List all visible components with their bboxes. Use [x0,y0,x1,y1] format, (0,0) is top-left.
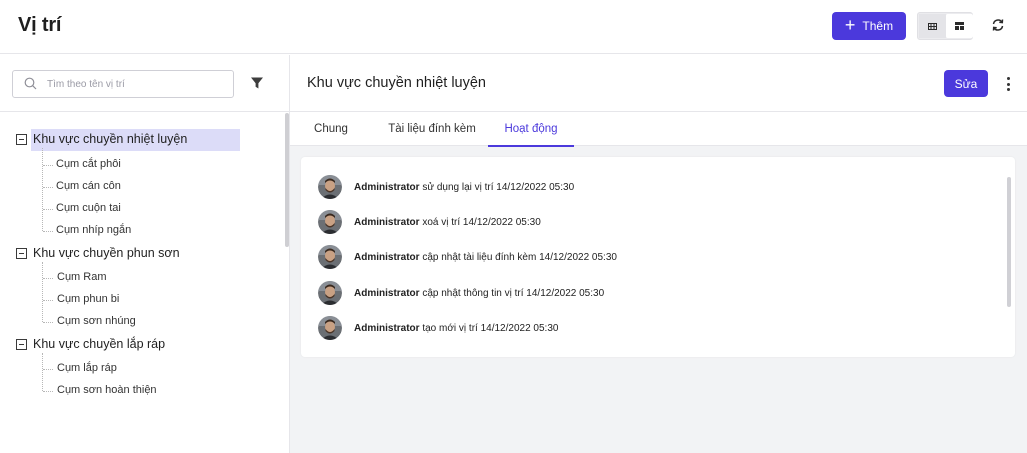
tree-node-child[interactable]: Cụm phun bi [57,293,119,305]
search-box [12,70,234,98]
activity-text: Administrator sử dụng lại vị trí 14/12/2… [354,182,574,193]
add-button[interactable]: + Thêm [832,12,906,40]
table-view-icon[interactable] [919,14,946,38]
activity-action: xoá vị trí [422,216,461,228]
tree-node-child[interactable]: Cụm cuộn tai [56,202,121,214]
activity-time: 14/12/2022 05:30 [539,251,617,263]
filter-icon[interactable] [250,76,266,92]
top-bar: Vị trí + Thêm [0,0,1027,54]
tab-general[interactable]: Chung [307,112,355,146]
avatar [318,281,342,305]
activity-time: 14/12/2022 05:30 [462,216,541,228]
tree-node-parent[interactable]: Khu vực chuyền lắp ráp [33,337,165,351]
activity-time: 14/12/2022 05:30 [480,322,559,334]
tree-node-parent[interactable]: Khu vực chuyền phun sơn [33,246,180,260]
divider [0,111,289,112]
edit-button[interactable]: Sửa [944,70,988,97]
activity-card: Administrator sử dụng lại vị trí 14/12/2… [301,157,1015,357]
tree-connector [43,165,53,166]
plus-icon: + [844,15,856,35]
activity-text: Administrator tạo mới vị trí 14/12/2022 … [354,323,558,334]
avatar [318,245,342,269]
location-tree-panel: Khu vực chuyền nhiệt luyện Cụm cắt phôi … [0,55,290,453]
activity-action: cập nhật tài liệu đính kèm [422,251,537,263]
tree-connector [43,209,53,210]
tree-connector [42,262,43,322]
detail-panel: Khu vực chuyền nhiệt luyện Sửa Chung Tài… [290,55,1027,453]
tree-connector [43,369,53,370]
search-input[interactable] [47,75,227,93]
activity-time: 14/12/2022 05:30 [526,287,605,299]
activity-user: Administrator [354,216,420,228]
avatar [318,210,342,234]
tree-node-parent[interactable]: Khu vực chuyền nhiệt luyện [33,132,187,146]
detail-title: Khu vực chuyền nhiệt luyện [307,75,486,91]
activity-action: sử dụng lại vị trí [422,181,494,193]
activity-action: tạo mới vị trí [422,322,478,334]
tree-collapse-icon[interactable] [16,134,27,145]
tree-node-child[interactable]: Cụm sơn nhúng [57,315,136,327]
activity-item: Administrator tạo mới vị trí 14/12/2022 … [318,316,558,340]
tree-collapse-icon[interactable] [16,339,27,350]
tab-attachments[interactable]: Tài liệu đính kèm [383,112,481,146]
tree-connector [43,231,53,232]
activity-text: Administrator xoá vị trí 14/12/2022 05:3… [354,217,541,228]
tree-connector [42,148,43,231]
tree-connector [42,353,43,391]
tree-node-child[interactable]: Cụm nhíp ngắn [56,224,131,236]
activity-item: Administrator cập nhật thông tin vị trí … [318,281,604,305]
add-button-label: Thêm [862,19,894,33]
activity-user: Administrator [354,287,420,299]
tree-connector [43,278,53,279]
activity-item: Administrator sử dụng lại vị trí 14/12/2… [318,175,574,199]
tree-scrollbar[interactable] [285,113,289,247]
tree-connector [43,300,53,301]
activity-user: Administrator [354,251,420,263]
activity-action: cập nhật thông tin vị trí [422,287,524,299]
search-icon [24,77,37,95]
tree-connector [43,187,53,188]
tree-node-child[interactable]: Cụm cán côn [56,180,121,192]
detail-header: Khu vực chuyền nhiệt luyện Sửa [290,55,1027,112]
tree-collapse-icon[interactable] [16,248,27,259]
activity-time: 14/12/2022 05:30 [496,181,575,193]
tab-activity[interactable]: Hoạt động [488,112,574,147]
refresh-icon[interactable] [989,16,1007,34]
card-view-icon[interactable] [946,14,973,38]
activity-item: Administrator cập nhật tài liệu đính kèm… [318,245,617,269]
page-title: Vị trí [18,14,62,36]
tree-node-child[interactable]: Cụm lắp ráp [57,362,117,374]
tree-node-child[interactable]: Cụm sơn hoàn thiện [57,384,157,396]
activity-text: Administrator cập nhật thông tin vị trí … [354,288,604,299]
activity-item: Administrator xoá vị trí 14/12/2022 05:3… [318,210,541,234]
view-toggle [917,12,973,40]
avatar [318,175,342,199]
activity-scrollbar[interactable] [1007,177,1011,307]
tree-connector [43,391,53,392]
tree-node-child[interactable]: Cụm cắt phôi [56,158,121,170]
tree-node-child[interactable]: Cụm Ram [57,271,107,283]
tree-connector [43,322,53,323]
activity-user: Administrator [354,181,420,193]
avatar [318,316,342,340]
activity-user: Administrator [354,322,420,334]
detail-tabs: Chung Tài liệu đính kèm Hoạt động [290,112,1027,147]
more-vertical-icon[interactable] [1004,75,1012,93]
activity-text: Administrator cập nhật tài liệu đính kèm… [354,252,617,263]
